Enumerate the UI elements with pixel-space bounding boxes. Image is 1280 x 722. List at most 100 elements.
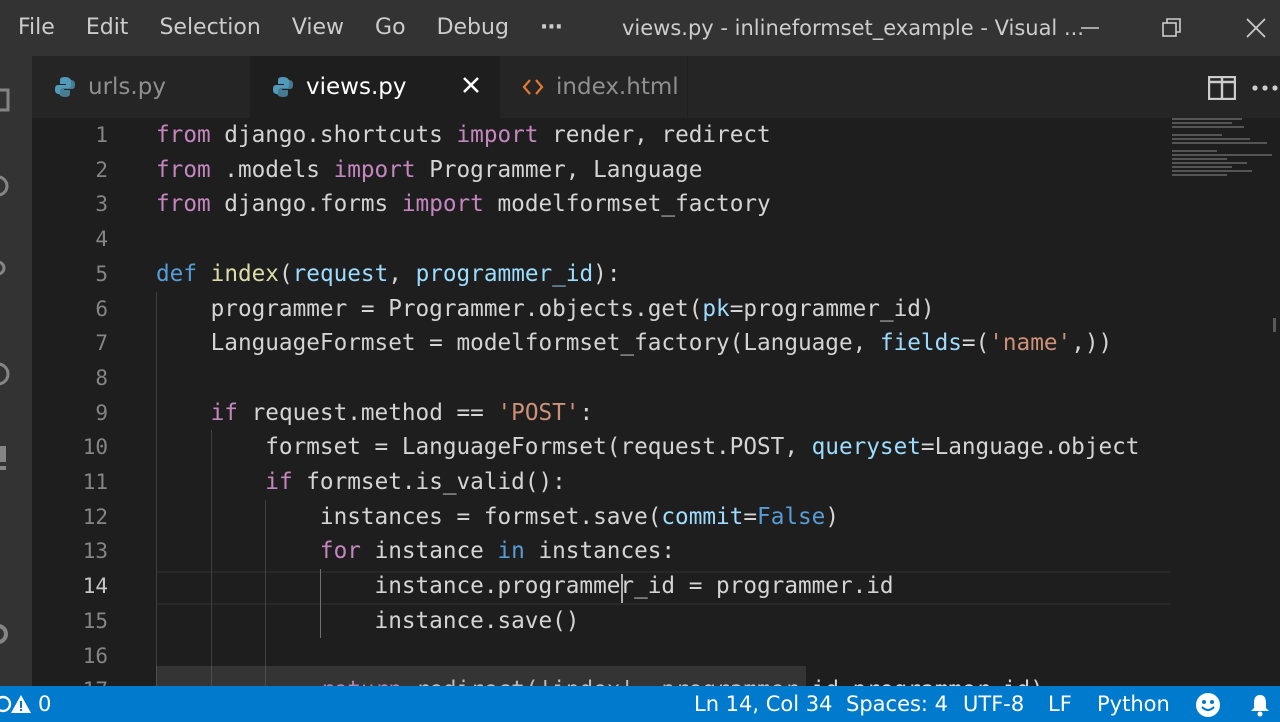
code-token: ( [278, 260, 293, 287]
code-token: from [156, 156, 211, 183]
code-token: if [265, 469, 293, 495]
code-token: import [456, 122, 539, 148]
code-token: instances = formset.save( [156, 503, 662, 530]
code-token: 'POST' [497, 399, 580, 426]
minimap[interactable] [1172, 118, 1280, 198]
restore-button[interactable] [1142, 0, 1202, 56]
problems-count: 0 [38, 692, 52, 716]
source-control-icon[interactable] [0, 256, 10, 280]
code-token: from [156, 122, 211, 148]
code-token: modelformset_factory [483, 191, 771, 218]
html-icon [522, 76, 544, 98]
menu-edit[interactable]: Edit [69, 0, 143, 56]
line-ending[interactable]: LF [1048, 686, 1072, 722]
code-token: from [156, 191, 211, 218]
code-token: Programmer, Language [415, 156, 703, 183]
code-token: ,)) [1071, 330, 1113, 357]
status-bar: 0 Ln 14, Col 34 Spaces: 4 UTF-8 LF Pytho… [0, 686, 1280, 722]
code-token: formset = LanguageFormset(request.POST, [156, 434, 812, 461]
tab-urls-py[interactable]: urls.py [32, 56, 250, 118]
line-number: 4 [95, 227, 108, 252]
language-mode[interactable]: Python [1097, 686, 1170, 722]
indent-guide [156, 291, 157, 686]
code-token: =( [961, 330, 990, 357]
code-token: .models [210, 156, 334, 183]
menu-file[interactable]: File [0, 0, 69, 56]
code-token: if [210, 399, 238, 426]
code-token: instance.save() [156, 607, 580, 634]
code-token: instance [360, 538, 498, 565]
indent-guide [210, 430, 212, 686]
code-line: programmer = Programmer.objects.get(pk=p… [156, 292, 935, 327]
notifications-bell-icon[interactable] [1248, 693, 1272, 717]
more-actions-icon[interactable] [1252, 84, 1278, 92]
menu-go[interactable]: Go [358, 0, 420, 56]
code-token: =Language.object [920, 434, 1140, 461]
vertical-scrollbar-marker[interactable] [1270, 318, 1278, 338]
code-token: LanguageFormset = modelformset_factory(L… [156, 330, 880, 357]
line-number: 10 [82, 435, 108, 460]
code-token: programmer_id [415, 260, 594, 287]
code-token: ): [593, 260, 621, 287]
code-token: False [757, 503, 826, 530]
tab-bar: urls.py views.py index.html [32, 56, 1280, 118]
search-icon[interactable] [0, 174, 10, 198]
explorer-icon[interactable] [0, 88, 10, 112]
menu-selection[interactable]: Selection [142, 0, 274, 56]
activity-bar [0, 56, 32, 686]
line-number: 7 [95, 331, 108, 356]
code-token: fields [879, 330, 962, 357]
python-icon [54, 76, 76, 98]
window-title: views.py - inlineformset_example - Visua… [622, 16, 1084, 40]
tab-views-py[interactable]: views.py [250, 56, 500, 118]
line-number: 8 [95, 365, 108, 390]
code-token: import [401, 191, 484, 218]
line-number: 5 [95, 261, 108, 286]
code-token: 'name' [989, 330, 1072, 357]
menu-debug[interactable]: Debug [420, 0, 523, 56]
minimize-icon [1081, 27, 1099, 29]
line-number: 17 [32, 673, 108, 686]
code-editor[interactable]: 1 from django.shortcuts import render, re… [32, 118, 1280, 686]
indentation[interactable]: Spaces: 4 [846, 686, 948, 722]
menu-view[interactable]: View [275, 0, 358, 56]
code-token: : [579, 399, 594, 426]
menu-more[interactable]: ··· [523, 0, 576, 56]
close-tab-icon[interactable] [460, 74, 482, 102]
tab-label: views.py [306, 74, 407, 100]
encoding[interactable]: UTF-8 [963, 686, 1024, 722]
code-token: , [388, 260, 416, 287]
code-line: instance.programmer_id = programmer.id [156, 569, 894, 604]
extensions-icon[interactable] [0, 446, 10, 470]
tab-label: index.html [556, 74, 679, 100]
cursor-position[interactable]: Ln 14, Col 34 [694, 686, 833, 722]
code-line: if formset.is_valid(): [156, 465, 566, 500]
code-token: django.shortcuts [210, 122, 457, 148]
close-window-button[interactable] [1226, 0, 1280, 56]
code-token: commit [661, 503, 744, 530]
line-number: 1 [95, 123, 108, 147]
code-line: from django.forms import modelformset_fa… [156, 187, 771, 222]
close-icon [1246, 18, 1266, 38]
code-line: instances = formset.save(commit=False) [156, 500, 839, 535]
line-number: 12 [82, 504, 108, 529]
split-editor-icon[interactable] [1208, 76, 1236, 100]
settings-gear-icon[interactable] [0, 622, 10, 646]
code-line: formset = LanguageFormset(request.POST, … [156, 430, 1139, 465]
warning-icon [11, 695, 31, 713]
code-line: def index(request, programmer_id): [156, 257, 620, 292]
feedback-smiley-icon[interactable] [1195, 692, 1221, 718]
code-line: instance.save() [156, 604, 580, 639]
debug-icon[interactable] [0, 362, 10, 386]
code-token: django.forms [210, 191, 402, 218]
tab-index-html[interactable]: index.html [500, 56, 688, 118]
horizontal-scrollbar[interactable] [156, 666, 806, 686]
restore-icon [1162, 18, 1181, 37]
line-number: 9 [95, 400, 108, 425]
minimize-button[interactable] [1060, 0, 1120, 56]
editor-actions [1180, 56, 1280, 118]
code-line: from django.shortcuts import render, red… [156, 118, 771, 153]
indent-guide [319, 569, 321, 639]
